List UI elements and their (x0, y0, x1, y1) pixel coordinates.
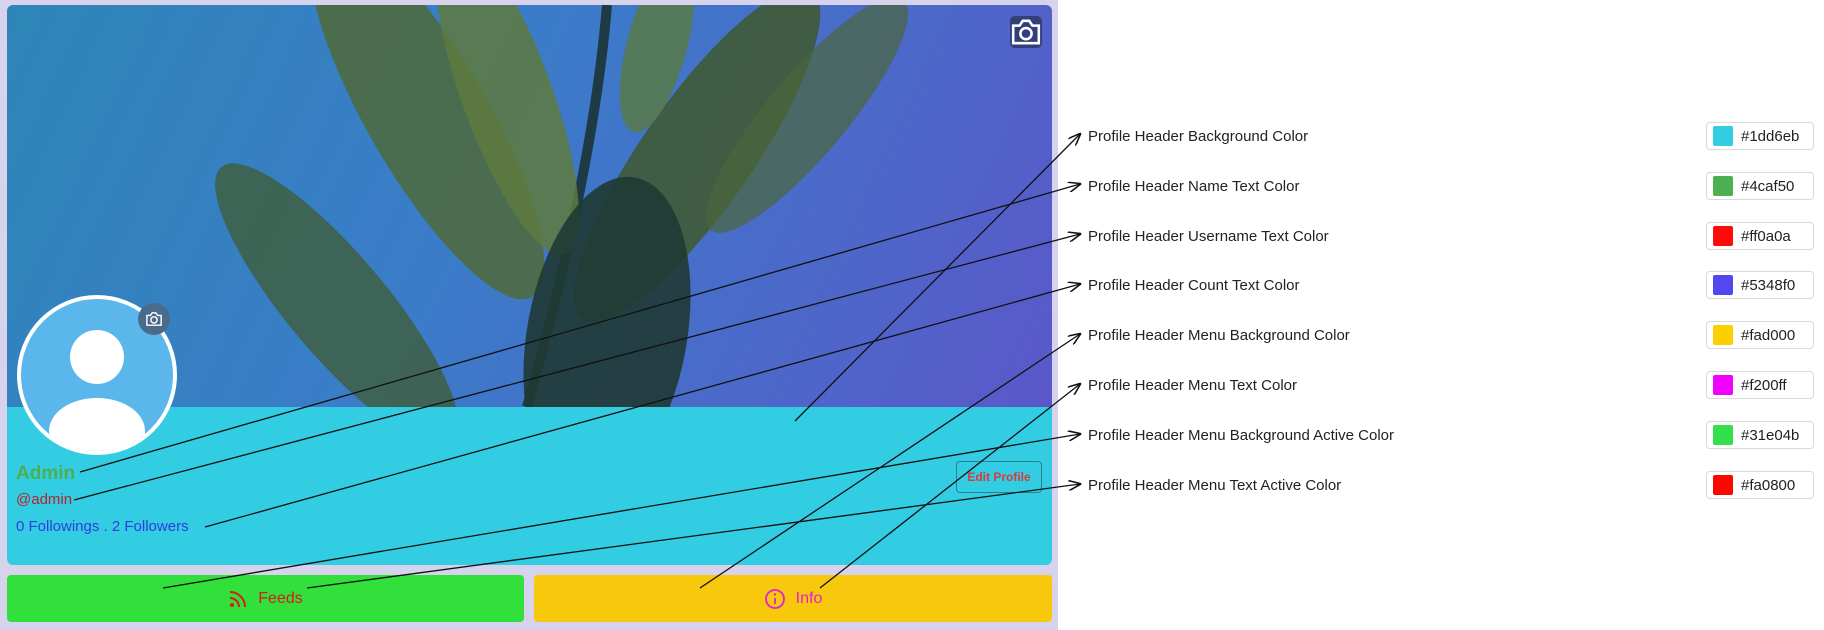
setting-label-menu-background: Profile Header Menu Background Color (1088, 326, 1350, 344)
profile-header-body (7, 407, 1052, 565)
profile-panel: Admin @admin 0 Followings . 2 Followers … (0, 0, 1058, 630)
setting-label-menu-text-active: Profile Header Menu Text Active Color (1088, 476, 1342, 494)
camera-icon (1011, 19, 1041, 45)
color-value: #fad000 (1741, 326, 1796, 344)
color-picker-username-text[interactable]: #ff0a0a (1706, 222, 1814, 250)
color-picker-count-text[interactable]: #5348f0 (1706, 271, 1814, 299)
color-picker-menu-text-active[interactable]: #fa0800 (1706, 471, 1814, 499)
setting-label-name-text: Profile Header Name Text Color (1088, 177, 1300, 195)
color-swatch (1713, 325, 1733, 345)
color-swatch (1713, 475, 1733, 495)
color-value: #ff0a0a (1741, 227, 1791, 245)
color-value: #fa0800 (1741, 476, 1796, 494)
avatar-camera-button[interactable] (138, 303, 170, 335)
color-swatch (1713, 176, 1733, 196)
setting-label-username-text: Profile Header Username Text Color (1088, 227, 1329, 245)
menu-info-button[interactable]: Info (534, 575, 1052, 622)
color-picker-background[interactable]: #1dd6eb (1706, 122, 1814, 150)
color-swatch (1713, 275, 1733, 295)
color-picker-menu-text[interactable]: #f200ff (1706, 371, 1814, 399)
color-swatch (1713, 226, 1733, 246)
color-picker-menu-background[interactable]: #fad000 (1706, 321, 1814, 349)
color-value: #f200ff (1741, 376, 1787, 394)
color-swatch (1713, 126, 1733, 146)
setting-label-menu-text: Profile Header Menu Text Color (1088, 376, 1297, 394)
setting-label-background: Profile Header Background Color (1088, 127, 1309, 145)
rss-icon (230, 590, 247, 607)
menu-feeds-label: Feeds (258, 589, 303, 607)
color-value: #5348f0 (1741, 276, 1796, 294)
color-value: #4caf50 (1741, 177, 1795, 195)
color-picker-menu-background-active[interactable]: #31e04b (1706, 421, 1814, 449)
color-value: #31e04b (1741, 426, 1800, 444)
cover-camera-button[interactable] (1010, 16, 1042, 48)
color-swatch (1713, 375, 1733, 395)
menu-info-label: Info (795, 589, 823, 607)
profile-name: Admin (16, 463, 76, 484)
setting-label-menu-background-active: Profile Header Menu Background Active Co… (1088, 426, 1394, 444)
info-circle-icon (764, 588, 785, 609)
color-value: #1dd6eb (1741, 127, 1800, 145)
color-picker-name-text[interactable]: #4caf50 (1706, 172, 1814, 200)
camera-icon (146, 312, 162, 326)
menu-feeds-button[interactable]: Feeds (7, 575, 524, 622)
edit-profile-button[interactable]: Edit Profile (956, 461, 1042, 493)
profile-username: @admin (16, 491, 73, 508)
setting-label-count-text: Profile Header Count Text Color (1088, 276, 1300, 294)
profile-counts[interactable]: 0 Followings . 2 Followers (16, 518, 189, 535)
color-swatch (1713, 425, 1733, 445)
